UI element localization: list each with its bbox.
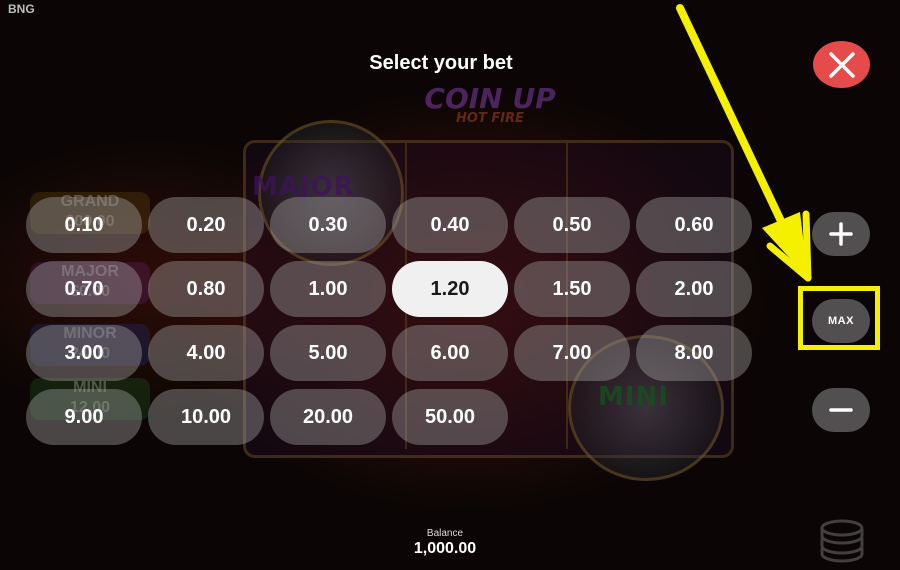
balance-label: Balance xyxy=(426,528,464,539)
balance-value: 1,000.00 xyxy=(413,540,477,557)
coin-stack-icon[interactable] xyxy=(814,516,870,564)
annotation-arrow xyxy=(676,4,812,282)
balance-display: Balance 1,000.00 xyxy=(385,528,505,558)
